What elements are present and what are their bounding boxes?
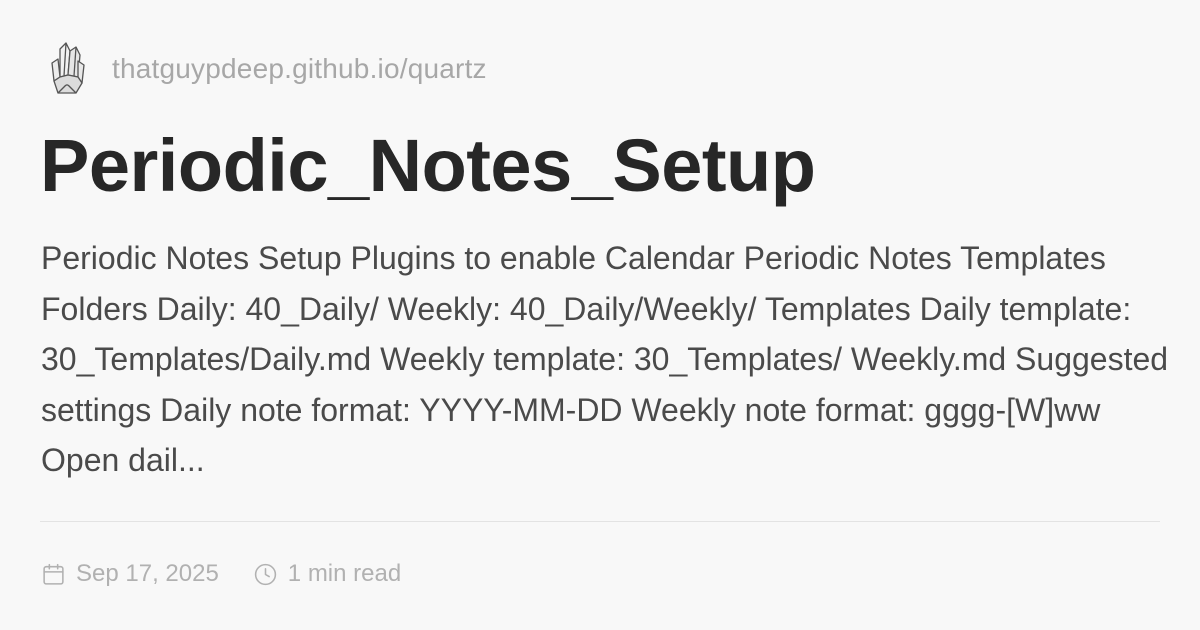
meta-row: Sep 17, 2025 1 min read [41,555,401,593]
divider [40,521,1160,522]
og-card: thatguypdeep.github.io/quartz Periodic_N… [0,0,1200,630]
reading-time-meta: 1 min read [253,560,401,588]
site-url: thatguypdeep.github.io/quartz [112,53,487,84]
date-meta: Sep 17, 2025 [41,560,219,588]
crystal-icon [46,41,88,97]
clock-icon [253,562,278,587]
page-title: Periodic_Notes_Setup [40,124,816,207]
page-description: Periodic Notes Setup Plugins to enable C… [41,240,1169,478]
publish-date: Sep 17, 2025 [76,560,219,587]
site-header: thatguypdeep.github.io/quartz [46,40,487,98]
reading-time: 1 min read [287,560,402,587]
calendar-icon [41,562,66,587]
